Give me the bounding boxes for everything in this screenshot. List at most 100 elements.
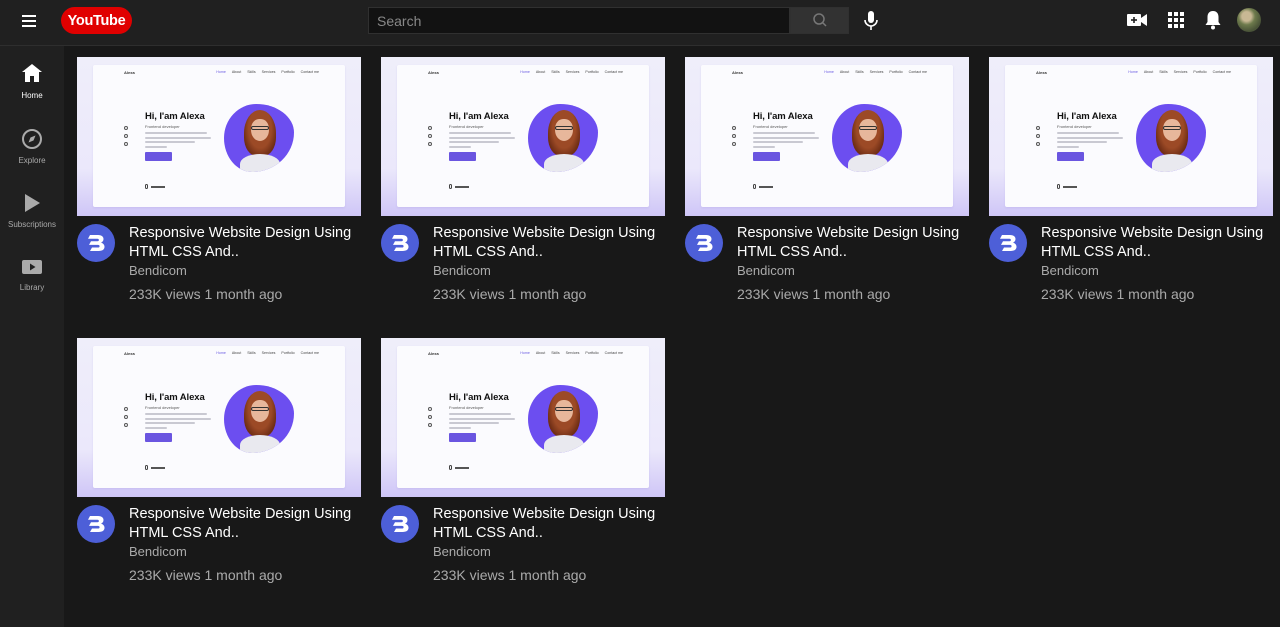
video-title[interactable]: Responsive Website Design Using HTML CSS… xyxy=(129,505,357,543)
thumbnail-social-icon xyxy=(732,134,736,138)
thumbnail-social-icon xyxy=(428,415,432,419)
thumbnail-social-icon xyxy=(732,126,736,130)
thumbnail-site-nav: Home About Skills Services Portfolio Contact … xyxy=(216,351,319,355)
channel-avatar[interactable] xyxy=(685,224,723,262)
channel-avatar[interactable] xyxy=(77,224,115,262)
thumbnail-social-icon xyxy=(732,142,736,146)
search-input[interactable] xyxy=(368,7,790,34)
thumbnail-social-icon xyxy=(1036,134,1040,138)
thumbnail-social-icon xyxy=(428,134,432,138)
thumbnail-site-nav: Home About Skills Services Portfolio Contact … xyxy=(216,70,319,74)
thumbnail-social-icon xyxy=(1036,142,1040,146)
video-thumbnail[interactable]: Alexa Home About Skills Services Portfolio Co… xyxy=(381,338,665,497)
apps-icon[interactable] xyxy=(1164,8,1188,32)
video-thumbnail[interactable]: Alexa Home About Skills Services Portfolio Co… xyxy=(77,57,361,216)
thumbnail-social-icon xyxy=(124,415,128,419)
create-video-icon[interactable] xyxy=(1125,8,1149,32)
thumbnail-site-logo: Alexa xyxy=(428,70,439,75)
thumbnail-social-icon xyxy=(124,423,128,427)
thumbnail-contact-button xyxy=(753,152,780,161)
video-title[interactable]: Responsive Website Design Using HTML CSS… xyxy=(129,224,357,262)
thumbnail-social-icon xyxy=(428,126,432,130)
video-title[interactable]: Responsive Website Design Using HTML CSS… xyxy=(737,224,965,262)
thumbnail-hero-text xyxy=(1057,132,1125,150)
video-thumbnail[interactable]: Alexa Home About Skills Services Portfolio Co… xyxy=(77,338,361,497)
sidebar-item-subscriptions[interactable]: Subscriptions xyxy=(0,192,64,252)
thumbnail-profile-blob xyxy=(528,385,598,453)
youtube-logo[interactable]: YouTube xyxy=(61,7,132,34)
thumbnail-hero-text xyxy=(145,413,213,431)
bendicom-logo-icon xyxy=(88,235,105,251)
bendicom-logo-icon xyxy=(88,516,105,532)
thumbnail-social-icon xyxy=(428,423,432,427)
thumbnail-scroll-indicator xyxy=(449,465,477,470)
thumbnail-scroll-indicator xyxy=(145,465,173,470)
sidebar-item-label: Home xyxy=(21,91,43,100)
channel-name[interactable]: Bendicom xyxy=(433,544,491,559)
thumbnail-hero-subtitle: Frontend developer xyxy=(145,124,180,129)
thumbnail-contact-button xyxy=(1057,152,1084,161)
channel-avatar[interactable] xyxy=(381,224,419,262)
thumbnail-hero-text xyxy=(145,132,213,150)
video-meta: 233K views 1 month ago xyxy=(737,286,891,302)
thumbnail-hero-text xyxy=(449,413,517,431)
thumbnail-website-preview: Alexa Home About Skills Services Portfolio Co… xyxy=(701,65,953,207)
video-meta: 233K views 1 month ago xyxy=(129,567,283,583)
thumbnail-contact-button xyxy=(449,433,476,442)
video-meta: 233K views 1 month ago xyxy=(129,286,283,302)
video-title[interactable]: Responsive Website Design Using HTML CSS… xyxy=(433,224,661,262)
thumbnail-social-icon xyxy=(124,407,128,411)
thumbnail-site-nav: Home About Skills Services Portfolio Contact … xyxy=(520,70,623,74)
thumbnail-social-icon xyxy=(124,134,128,138)
video-thumbnail[interactable]: Alexa Home About Skills Services Portfolio Co… xyxy=(989,57,1273,216)
video-title[interactable]: Responsive Website Design Using HTML CSS… xyxy=(433,505,661,543)
video-title[interactable]: Responsive Website Design Using HTML CSS… xyxy=(1041,224,1269,262)
video-thumbnail[interactable]: Alexa Home About Skills Services Portfolio Co… xyxy=(381,57,665,216)
video-meta: 233K views 1 month ago xyxy=(433,286,587,302)
sidebar: Home Explore Subscriptions Library xyxy=(0,46,64,627)
sidebar-item-explore[interactable]: Explore xyxy=(0,128,64,188)
channel-avatar[interactable] xyxy=(77,505,115,543)
sidebar-item-library[interactable]: Library xyxy=(0,258,64,318)
channel-name[interactable]: Bendicom xyxy=(737,263,795,278)
thumbnail-scroll-indicator xyxy=(753,184,781,189)
search-button[interactable] xyxy=(790,7,849,34)
thumbnail-site-logo: Alexa xyxy=(1036,70,1047,75)
mic-icon xyxy=(864,11,878,30)
thumbnail-hero-subtitle: Frontend developer xyxy=(1057,124,1092,129)
thumbnail-site-nav: Home About Skills Services Portfolio Contact … xyxy=(1128,70,1231,74)
channel-name[interactable]: Bendicom xyxy=(129,544,187,559)
thumbnail-website-preview: Alexa Home About Skills Services Portfolio Co… xyxy=(93,346,345,488)
thumbnail-contact-button xyxy=(145,152,172,161)
bendicom-logo-icon xyxy=(392,516,409,532)
video-meta: 233K views 1 month ago xyxy=(433,567,587,583)
thumbnail-hero-subtitle: Frontend developer xyxy=(145,405,180,410)
thumbnail-social-icon xyxy=(1036,126,1040,130)
account-avatar[interactable] xyxy=(1237,8,1261,32)
thumbnail-hero-title: Hi, I'am Alexa xyxy=(145,111,205,122)
thumbnail-profile-blob xyxy=(224,385,294,453)
thumbnail-site-nav: Home About Skills Services Portfolio Contact … xyxy=(520,351,623,355)
menu-icon[interactable] xyxy=(20,11,42,33)
channel-avatar[interactable] xyxy=(381,505,419,543)
thumbnail-website-preview: Alexa Home About Skills Services Portfolio Co… xyxy=(397,346,649,488)
thumbnail-profile-blob xyxy=(224,104,294,172)
video-meta: 233K views 1 month ago xyxy=(1041,286,1195,302)
video-thumbnail[interactable]: Alexa Home About Skills Services Portfolio Co… xyxy=(685,57,969,216)
mic-button[interactable] xyxy=(858,8,884,34)
thumbnail-hero-title: Hi, I'am Alexa xyxy=(145,392,205,403)
top-bar: YouTube xyxy=(0,0,1280,46)
channel-name[interactable]: Bendicom xyxy=(433,263,491,278)
thumbnail-hero-title: Hi, I'am Alexa xyxy=(449,111,509,122)
channel-name[interactable]: Bendicom xyxy=(1041,263,1099,278)
notifications-icon[interactable] xyxy=(1201,8,1225,32)
sidebar-item-home[interactable]: Home xyxy=(0,63,64,123)
thumbnail-contact-button xyxy=(145,433,172,442)
sidebar-item-label: Library xyxy=(19,283,45,292)
compass-icon xyxy=(22,129,42,149)
thumbnail-site-logo: Alexa xyxy=(732,70,743,75)
thumbnail-hero-text xyxy=(753,132,821,150)
channel-name[interactable]: Bendicom xyxy=(129,263,187,278)
channel-avatar[interactable] xyxy=(989,224,1027,262)
thumbnail-profile-blob xyxy=(528,104,598,172)
